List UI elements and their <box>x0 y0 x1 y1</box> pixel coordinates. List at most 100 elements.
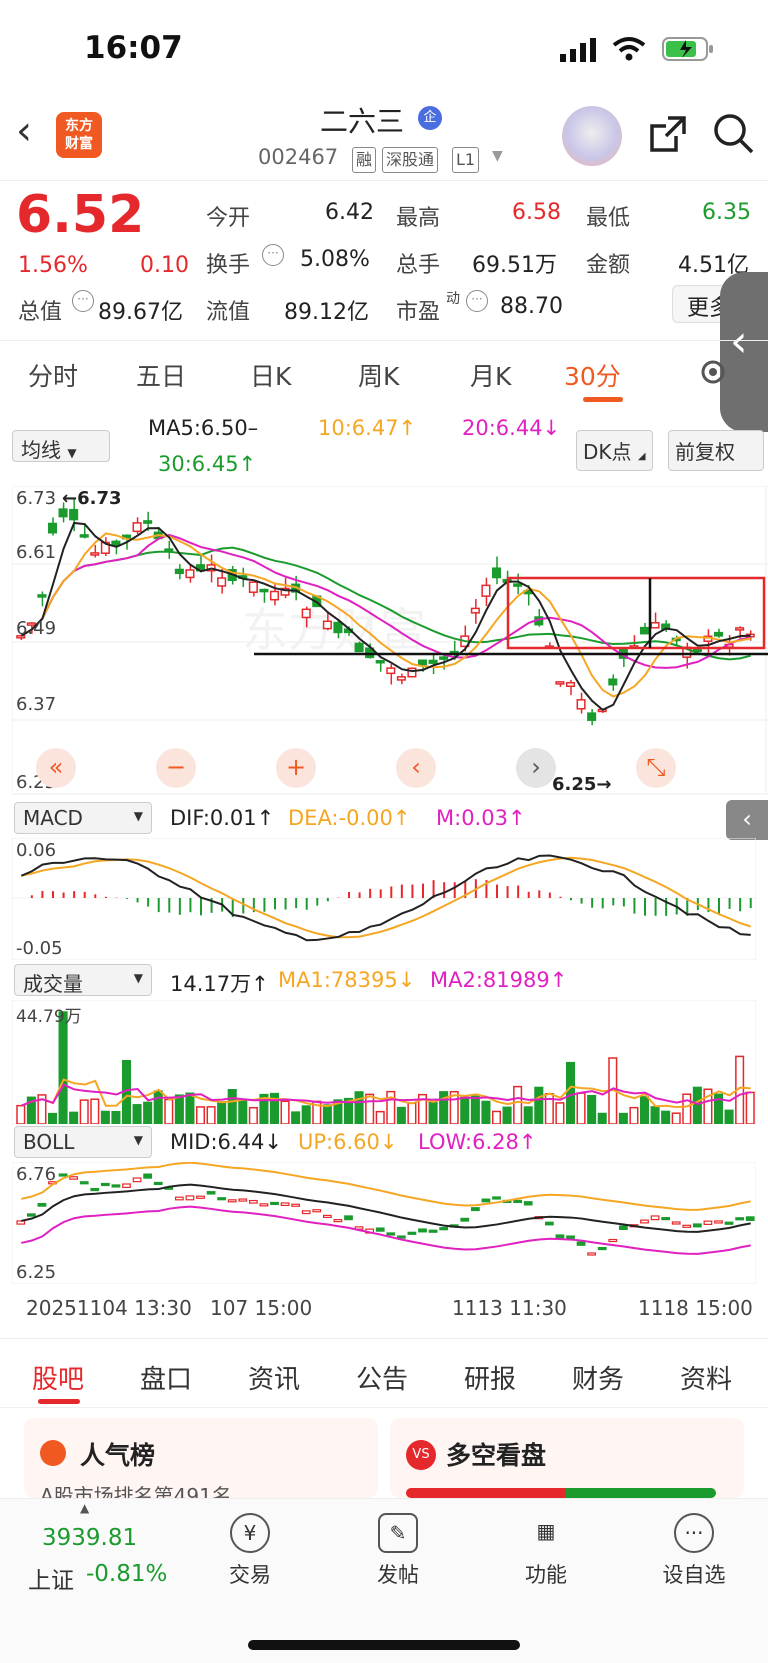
boll-candle <box>407 1231 417 1235</box>
y-label-2: 6.61 <box>16 542 57 563</box>
tab-forum[interactable]: 股吧 <box>32 1359 84 1396</box>
volume-bar <box>523 1106 533 1124</box>
volume-label: 总手 <box>396 253 441 278</box>
volume-bar <box>90 1098 100 1124</box>
indicator-select-volume[interactable]: 成交量 ▼ <box>14 964 152 996</box>
boll-candle <box>238 1198 248 1202</box>
info-icon[interactable]: ··· <box>466 290 488 312</box>
candle-body <box>58 508 68 518</box>
long-short-card[interactable]: VS 多空看盘 <box>390 1418 744 1498</box>
tab-intraday[interactable]: 分时 <box>28 357 78 393</box>
candle-body <box>555 681 565 685</box>
tab-weekly-k[interactable]: 周K <box>358 357 399 393</box>
vs-icon: VS <box>406 1440 436 1470</box>
info-icon[interactable]: ··· <box>72 290 94 312</box>
tab-news[interactable]: 资讯 <box>248 1359 300 1396</box>
tab-finance[interactable]: 财务 <box>572 1359 624 1396</box>
index-value[interactable]: 3939.81 <box>42 1525 137 1551</box>
date-label-2: 107 15:00 <box>210 1296 313 1320</box>
volume-value-label: 14.17万↑ <box>170 972 269 996</box>
volume-bar <box>396 1106 406 1124</box>
indicator-select-ma[interactable]: 均线 ▼ <box>12 430 110 462</box>
boll-candle <box>714 1220 723 1224</box>
volume-chart <box>12 1000 756 1124</box>
search-icon[interactable] <box>712 112 756 156</box>
boll-candle <box>661 1217 671 1221</box>
boll-candle <box>270 1201 279 1206</box>
pe-value: 88.70 <box>500 294 563 319</box>
fullscreen-icon[interactable]: ⤡ <box>636 748 676 788</box>
status-time: 16:07 <box>84 30 183 66</box>
back-button[interactable]: ‹ <box>16 108 32 154</box>
period-tabs: 分时 五日 日K 周K 月K 30分 <box>0 345 768 405</box>
boll-candle <box>566 1235 575 1240</box>
adjust-select[interactable]: 前复权 <box>668 430 764 471</box>
tab-monthly-k[interactable]: 月K <box>470 357 511 393</box>
volume-bar <box>650 1106 660 1124</box>
battery-icon <box>662 36 716 66</box>
tag-l1: L1 <box>452 147 480 173</box>
assistant-avatar[interactable] <box>562 106 622 166</box>
candle-body <box>322 620 332 630</box>
tab-profile[interactable]: 资料 <box>680 1359 732 1396</box>
tab-handicap[interactable]: 盘口 <box>140 1359 192 1396</box>
chevron-down-icon[interactable]: ▼ <box>492 148 503 164</box>
info-icon[interactable]: ··· <box>262 244 284 266</box>
popularity-card[interactable]: 人气榜 A股市场排名第491名 <box>24 1418 378 1508</box>
volume-bar <box>629 1106 639 1124</box>
volume-bar <box>16 1104 26 1124</box>
edit-icon: ✎ <box>378 1513 418 1553</box>
nav-add-watchlist[interactable]: ··· 设自选 <box>654 1513 734 1589</box>
volume-top-label: 44.79万 <box>16 1007 82 1027</box>
boll-bottom-label: 6.25 <box>16 1262 57 1283</box>
volume-bar <box>195 1106 206 1124</box>
indicator-select-boll[interactable]: BOLL ▼ <box>14 1126 152 1158</box>
high-label: 最高 <box>396 206 441 231</box>
zoom-in-button[interactable]: + <box>276 748 316 788</box>
tab-30min[interactable]: 30分 <box>564 357 621 393</box>
volume-bar <box>555 1102 565 1124</box>
boll-candle <box>375 1227 385 1232</box>
boll-candle <box>650 1215 660 1221</box>
volume-bar <box>460 1096 470 1124</box>
candle-body <box>576 699 586 710</box>
nav-trade[interactable]: ¥ 交易 <box>210 1513 290 1589</box>
indicator-select-macd[interactable]: MACD ▼ <box>14 802 152 834</box>
boll-low: LOW:6.28↑ <box>418 1130 537 1154</box>
tab-announcements[interactable]: 公告 <box>356 1359 408 1396</box>
index-label[interactable]: 上证 <box>28 1561 74 1595</box>
volume-bar <box>745 1091 755 1124</box>
boll-candle <box>69 1176 79 1180</box>
dk-point-button[interactable]: DK点 ◢ <box>576 430 653 471</box>
index-percent[interactable]: -0.81% <box>86 1561 167 1587</box>
tab-research[interactable]: 研报 <box>464 1359 516 1396</box>
settings-gear-icon[interactable] <box>696 355 730 393</box>
candle-body <box>375 660 385 664</box>
boll-candle <box>671 1221 681 1225</box>
volume-bar <box>534 1086 544 1124</box>
open-label: 今开 <box>206 206 251 231</box>
candle-body <box>587 712 597 721</box>
volume-bar <box>143 1101 153 1124</box>
signal-icon <box>560 38 600 66</box>
nav-functions[interactable]: ▦ 功能 <box>506 1513 586 1589</box>
y-label-3: 6.49 <box>16 618 57 639</box>
collapse-left-icon[interactable]: ‹ <box>726 800 768 840</box>
turnover-label: 换手 <box>206 253 251 278</box>
zoom-out-button[interactable]: − <box>156 748 196 788</box>
scroll-left-fast-button[interactable]: « <box>36 748 76 788</box>
nav-post[interactable]: ✎ 发帖 <box>358 1513 438 1589</box>
scroll-right-button[interactable]: › <box>516 748 556 788</box>
volume-bar <box>217 1101 227 1124</box>
boll-candle <box>174 1196 184 1201</box>
tab-daily-k[interactable]: 日K <box>250 357 291 393</box>
macd-chart <box>12 838 756 960</box>
boll-candle <box>291 1203 301 1207</box>
candle-body <box>269 590 280 601</box>
tab-five-day[interactable]: 五日 <box>136 357 186 393</box>
share-icon[interactable] <box>646 112 690 156</box>
home-indicator <box>248 1640 520 1650</box>
scroll-left-button[interactable]: ‹ <box>396 748 436 788</box>
candle-body <box>301 608 311 619</box>
volume-bar <box>174 1094 184 1124</box>
